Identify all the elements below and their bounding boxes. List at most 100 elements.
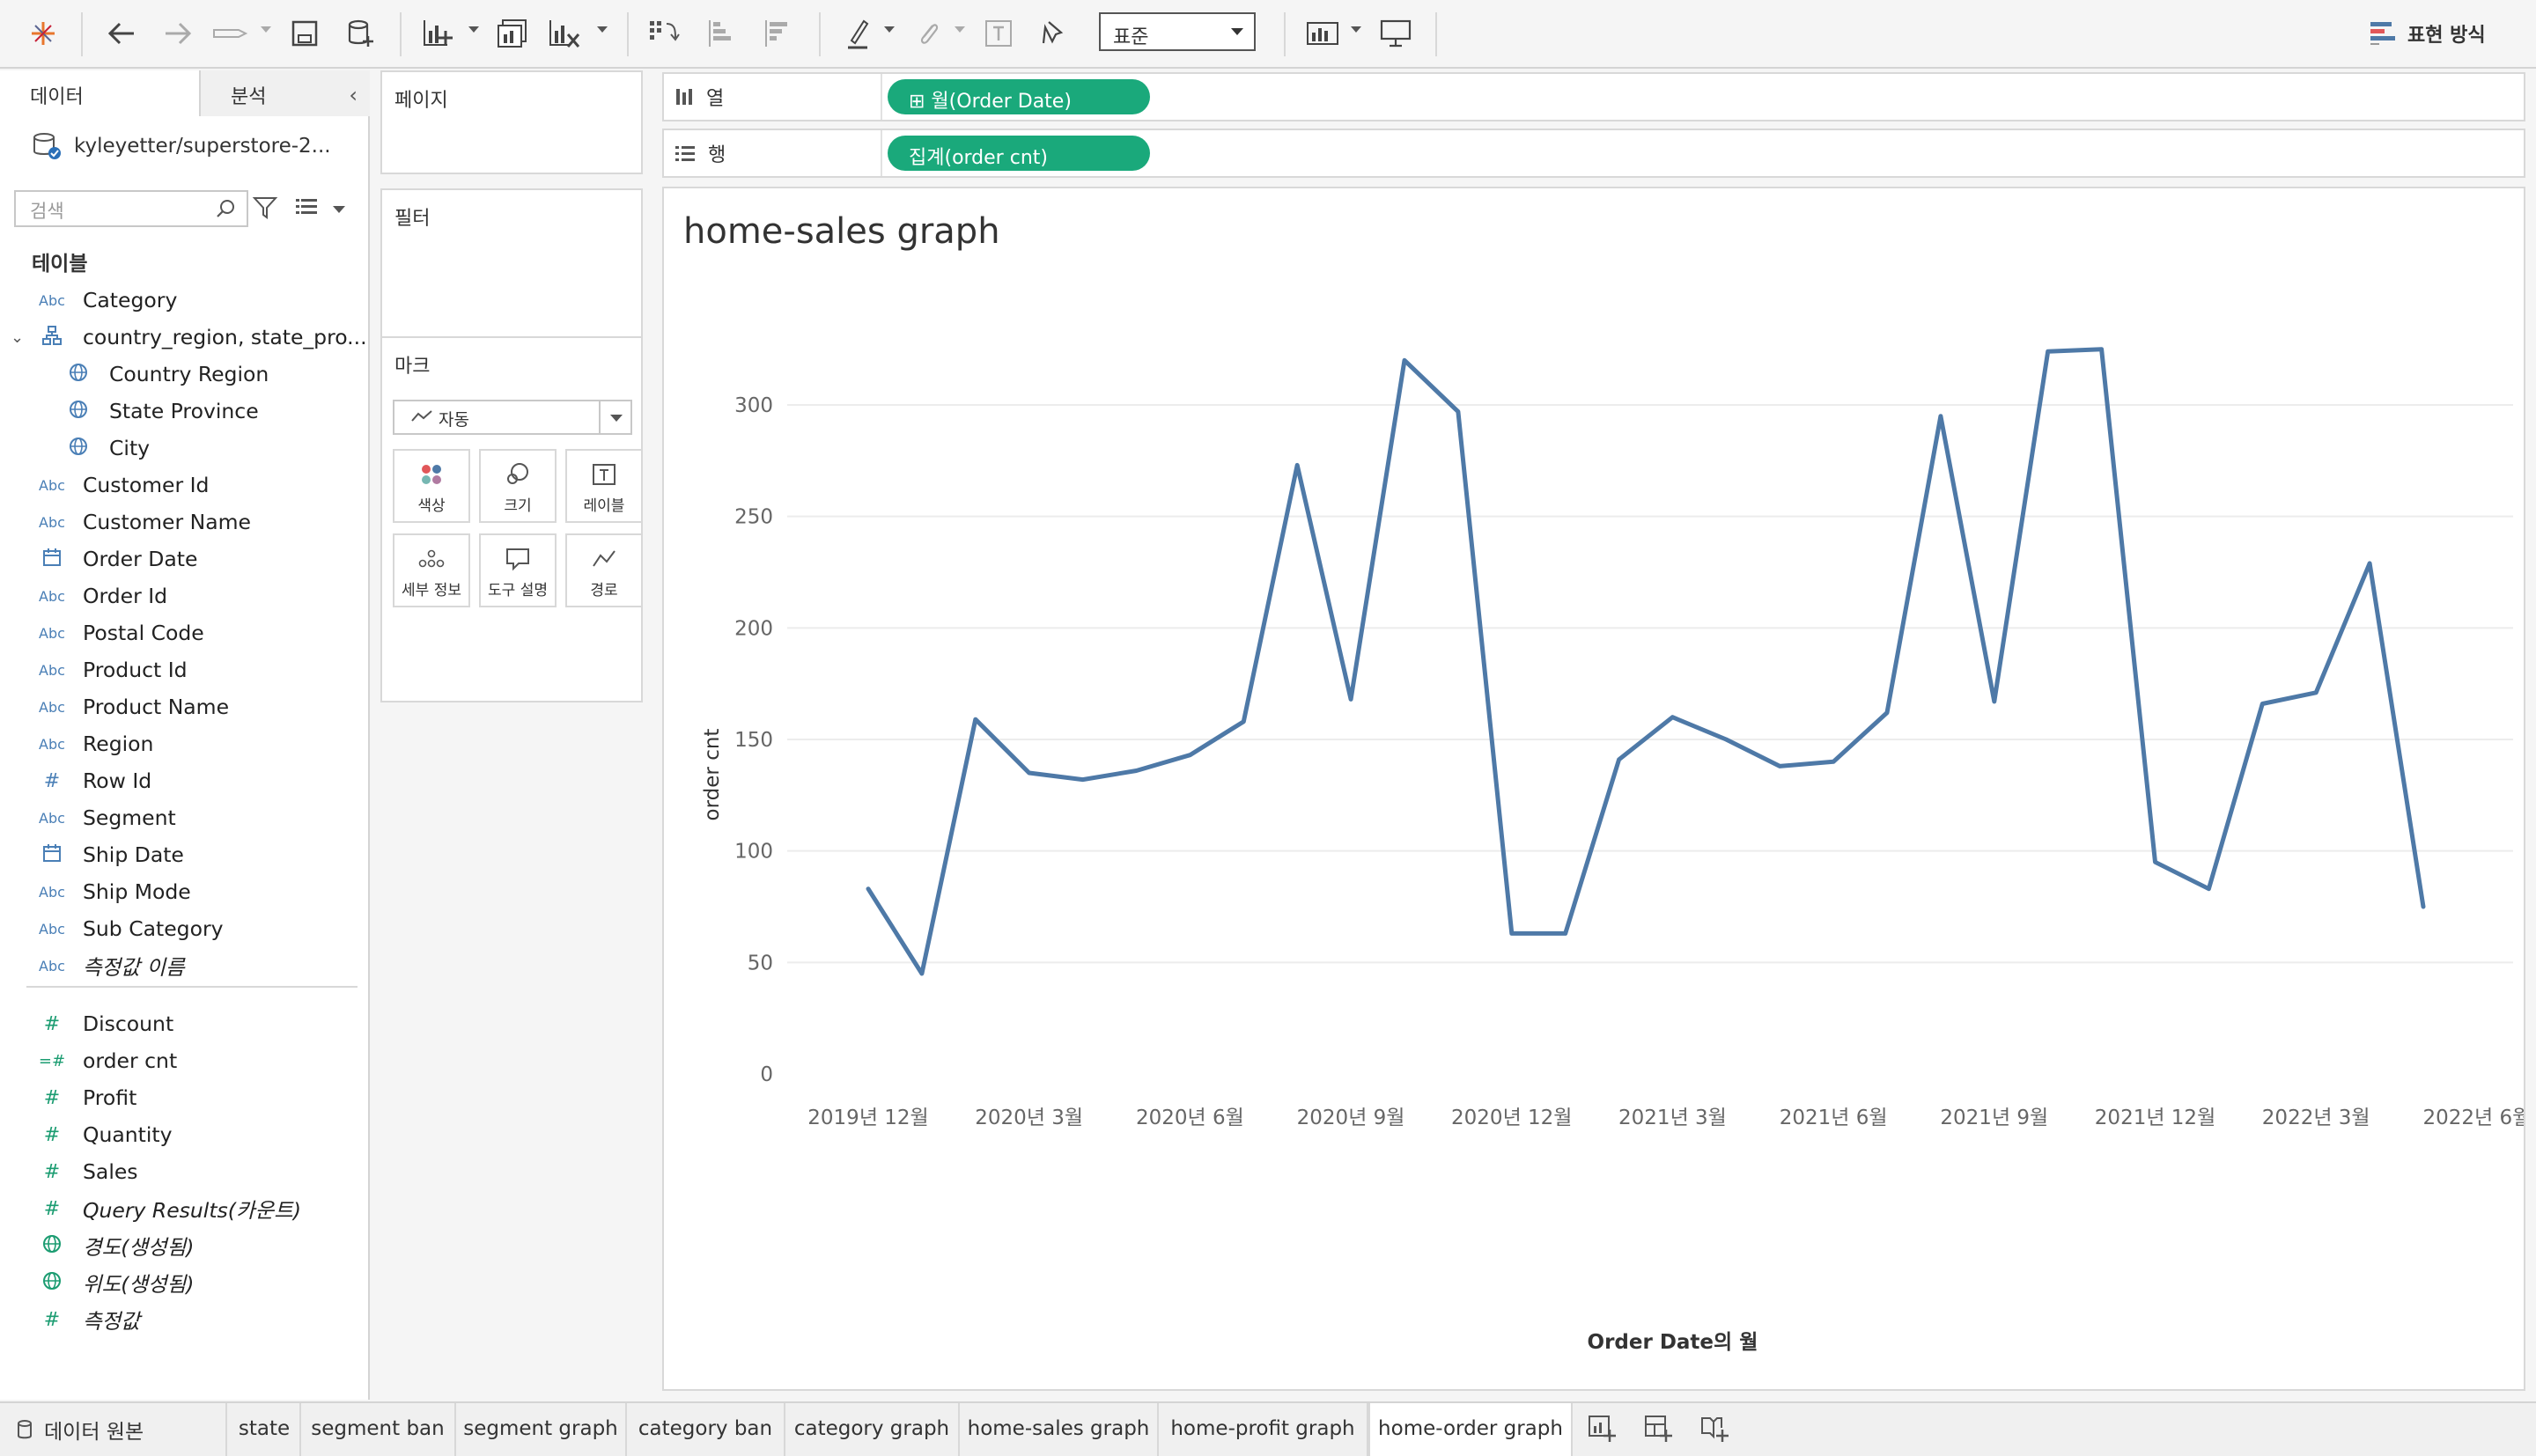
save-icon[interactable] (287, 12, 322, 55)
swap-rows-columns-icon[interactable] (645, 12, 683, 55)
line-chart[interactable]: 0 50 100 150 200 250 300 2019년 12월 2020년 3월 2020년… (664, 188, 2524, 1389)
show-me-button[interactable]: 표현 방식 (2370, 16, 2486, 51)
field-product-id[interactable]: Abc Product Id (0, 651, 361, 688)
x-tick-label: 2021년 9월 (1940, 1107, 2048, 1129)
clear-sheet-icon[interactable] (544, 12, 585, 55)
tableau-logo-icon[interactable] (25, 12, 62, 55)
size-button[interactable]: 크기 (479, 449, 557, 523)
pages-card[interactable]: 페이지 (380, 70, 643, 174)
field-category[interactable]: Abc Category (0, 282, 361, 319)
presentation-mode-icon[interactable] (1375, 12, 1416, 55)
datasource-name: kyleyetter/superstore-2... (74, 135, 331, 158)
field-segment[interactable]: Abc Segment (0, 799, 361, 836)
viz-area[interactable]: home-sales graph 0 50 100 150 200 250 300 2019년… (662, 187, 2525, 1391)
new-dashboard-icon[interactable] (1643, 1414, 1673, 1449)
size-label: 크기 (504, 497, 532, 515)
divider (26, 986, 358, 988)
field-ship-mode[interactable]: Abc Ship Mode (0, 873, 361, 910)
field-country-region[interactable]: Country Region (0, 356, 361, 393)
sheet-tab-home-order-graph[interactable]: home-order graph (1368, 1403, 1573, 1456)
label-label: 레이블 (583, 497, 625, 515)
search-icon (215, 197, 238, 224)
field-ship-date[interactable]: Ship Date (0, 836, 361, 873)
measure-values[interactable]: # 측정값 (0, 1301, 361, 1338)
field-state-province[interactable]: State Province (0, 393, 361, 430)
datasource-icon (33, 133, 61, 159)
measure-query-results[interactable]: # Query Results(카운트) (0, 1190, 361, 1227)
new-datasource-icon[interactable] (343, 12, 379, 55)
new-worksheet-icon[interactable] (1587, 1414, 1617, 1449)
field-order-id[interactable]: Abc Order Id (0, 577, 361, 614)
collapse-pane-icon[interactable]: ‹ (349, 83, 358, 107)
replay-icon[interactable] (210, 12, 252, 55)
search-input[interactable]: 검색 (14, 190, 248, 227)
tab-analysis[interactable]: 분석 (199, 70, 370, 116)
sheet-tab-segment-ban[interactable]: segment ban (301, 1403, 456, 1456)
field-customer-id[interactable]: Abc Customer Id (0, 467, 361, 504)
show-cards-icon[interactable] (1301, 12, 1344, 55)
x-tick-label: 2020년 3월 (975, 1107, 1083, 1129)
color-button[interactable]: 색상 (393, 449, 470, 523)
tab-data[interactable]: 데이터 (0, 70, 199, 116)
measure-sales[interactable]: # Sales (0, 1153, 361, 1190)
chevron-down-icon[interactable]: ⌄ (11, 328, 26, 347)
sort-ascending-icon[interactable] (703, 12, 741, 55)
field-label: Segment (83, 805, 176, 830)
field-label: Order Id (83, 584, 168, 608)
tables-heading: 테이블 (32, 253, 88, 276)
cards-column: 페이지 필터 마크 자동 색상 크기 레이블 세부 정보 도구 설명 경로 (372, 70, 652, 1400)
sort-descending-icon[interactable] (759, 12, 798, 55)
highlight-icon[interactable] (840, 12, 875, 55)
order-date-month-pill[interactable]: ⊞ 월(Order Date) (888, 79, 1150, 114)
field-row-id[interactable]: # Row Id (0, 762, 361, 799)
columns-shelf[interactable]: 열 ⊞ 월(Order Date) (662, 72, 2525, 121)
duplicate-sheet-icon[interactable] (493, 12, 532, 55)
datasource-tab[interactable]: 데이터 원본 (0, 1403, 227, 1456)
number-type-icon: # (43, 1123, 61, 1146)
label-button[interactable]: 레이블 (565, 449, 643, 523)
filter-icon[interactable] (252, 195, 278, 225)
path-button[interactable]: 경로 (565, 533, 643, 607)
field-sub-category[interactable]: Abc Sub Category (0, 910, 361, 947)
field-region[interactable]: Abc Region (0, 725, 361, 762)
field-hierarchy[interactable]: ⌄ country_region, state_pro... (0, 319, 367, 356)
fit-view-select[interactable]: 표준 (1099, 12, 1256, 51)
size-icon (481, 451, 555, 493)
fix-axes-icon[interactable] (1036, 12, 1071, 55)
measure-quantity[interactable]: # Quantity (0, 1116, 361, 1153)
measure-latitude[interactable]: 위도(생성됨) (0, 1264, 361, 1301)
measure-discount[interactable]: # Discount (0, 1005, 361, 1042)
undo-icon[interactable] (102, 12, 141, 55)
chevron-down-icon[interactable] (599, 401, 630, 433)
field-customer-name[interactable]: Abc Customer Name (0, 504, 361, 540)
view-list-icon[interactable] (294, 197, 319, 224)
datasource-item[interactable]: kyleyetter/superstore-2... (32, 129, 331, 164)
tooltip-button[interactable]: 도구 설명 (479, 533, 557, 607)
sheet-tab-home-profit-graph[interactable]: home-profit graph (1159, 1403, 1368, 1456)
field-postal-code[interactable]: Abc Postal Code (0, 614, 361, 651)
order-cnt-pill[interactable]: 집계(order cnt) (888, 136, 1150, 171)
field-measure-names[interactable]: Abc 측정값 이름 (0, 947, 361, 984)
sheet-tab-segment-graph[interactable]: segment graph (456, 1403, 627, 1456)
show-mark-labels-icon[interactable] (981, 12, 1016, 55)
mark-type-select[interactable]: 자동 (393, 400, 632, 435)
measure-longitude[interactable]: 경도(생성됨) (0, 1227, 361, 1264)
group-members-icon[interactable] (910, 12, 946, 55)
field-city[interactable]: City (0, 430, 361, 467)
string-type-icon: Abc (39, 883, 65, 901)
redo-icon[interactable] (158, 12, 197, 55)
measure-profit[interactable]: # Profit (0, 1079, 361, 1116)
y-tick-label: 0 (760, 1063, 773, 1086)
chevron-down-icon[interactable] (333, 206, 345, 213)
field-order-date[interactable]: Order Date (0, 540, 361, 577)
sheet-tab-home-sales-graph[interactable]: home-sales graph (960, 1403, 1159, 1456)
sheet-tab-state[interactable]: state (229, 1403, 301, 1456)
field-product-name[interactable]: Abc Product Name (0, 688, 361, 725)
measure-order-cnt[interactable]: =# order cnt (0, 1042, 361, 1079)
sheet-tab-category-ban[interactable]: category ban (627, 1403, 785, 1456)
detail-button[interactable]: 세부 정보 (393, 533, 470, 607)
sheet-tab-category-graph[interactable]: category graph (785, 1403, 960, 1456)
rows-shelf[interactable]: 행 집계(order cnt) (662, 129, 2525, 178)
new-story-icon[interactable] (1699, 1414, 1729, 1449)
new-worksheet-icon[interactable] (417, 12, 460, 55)
